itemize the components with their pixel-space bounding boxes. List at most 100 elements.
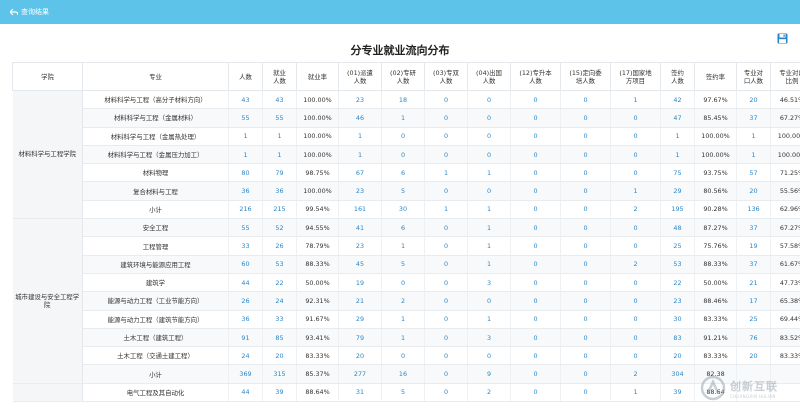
count-link[interactable]: 43: [262, 90, 297, 110]
count-link[interactable]: 0: [510, 108, 561, 128]
count-link[interactable]: 1: [381, 236, 425, 256]
count-link[interactable]: 0: [560, 236, 611, 256]
count-link[interactable]: 0: [510, 273, 561, 293]
count-link[interactable]: 0: [560, 200, 611, 220]
count-link[interactable]: 19: [338, 273, 382, 293]
count-link[interactable]: 0: [510, 383, 561, 403]
count-link[interactable]: 315: [262, 364, 297, 384]
count-link[interactable]: 0: [424, 310, 468, 329]
employment-table-container[interactable]: 学院 专业 人数 就业 人数 就业率 (01)派遣 人数 (02)专研 人数 (03)专双 人…: [12, 62, 800, 409]
count-link[interactable]: 76: [736, 328, 771, 348]
count-link[interactable]: 44: [228, 273, 263, 293]
count-link[interactable]: 36: [228, 310, 263, 329]
count-link[interactable]: 0: [610, 218, 661, 238]
count-link[interactable]: 369: [228, 364, 263, 384]
count-link[interactable]: 195: [660, 200, 695, 220]
count-link[interactable]: 2: [467, 383, 511, 403]
count-link[interactable]: 2: [610, 364, 661, 384]
count-link[interactable]: 22: [660, 273, 695, 293]
count-link[interactable]: 0: [610, 310, 661, 329]
count-link[interactable]: 0: [381, 145, 425, 165]
count-link[interactable]: 2: [610, 255, 661, 274]
count-link[interactable]: 5: [381, 181, 425, 201]
count-link[interactable]: 6: [381, 218, 425, 238]
count-link[interactable]: 0: [424, 364, 468, 384]
save-icon[interactable]: [777, 33, 788, 44]
count-link[interactable]: 33: [262, 310, 297, 329]
count-link[interactable]: 0: [424, 328, 468, 348]
count-link[interactable]: 53: [660, 255, 695, 274]
count-link[interactable]: 0: [424, 145, 468, 165]
count-link[interactable]: 215: [262, 200, 297, 220]
count-link[interactable]: 21: [736, 273, 771, 293]
count-link[interactable]: 0: [424, 273, 468, 293]
count-link[interactable]: 46: [338, 108, 382, 128]
count-link[interactable]: 36: [262, 181, 297, 201]
count-link[interactable]: 0: [424, 291, 468, 311]
count-link[interactable]: 41: [338, 218, 382, 238]
count-link[interactable]: 0: [467, 291, 511, 311]
count-link[interactable]: 80: [228, 163, 263, 183]
count-link[interactable]: 161: [338, 200, 382, 220]
count-link[interactable]: 136: [736, 200, 771, 220]
count-link[interactable]: 0: [610, 145, 661, 165]
count-link[interactable]: 0: [424, 383, 468, 403]
count-link[interactable]: 1: [262, 145, 297, 165]
count-link[interactable]: 33: [228, 236, 263, 256]
count-link[interactable]: 9: [467, 364, 511, 384]
count-link[interactable]: 55: [228, 108, 263, 128]
count-link[interactable]: 0: [510, 236, 561, 256]
count-link[interactable]: 0: [510, 218, 561, 238]
count-link[interactable]: 48: [660, 218, 695, 238]
count-link[interactable]: 0: [560, 181, 611, 201]
count-link[interactable]: 79: [338, 328, 382, 348]
count-link[interactable]: 20: [660, 346, 695, 366]
count-link[interactable]: 0: [560, 328, 611, 348]
count-link[interactable]: 0: [381, 273, 425, 293]
count-link[interactable]: 1: [736, 127, 771, 146]
count-link[interactable]: 44: [228, 383, 263, 403]
count-link[interactable]: 91: [228, 328, 263, 348]
count-link[interactable]: 6: [381, 163, 425, 183]
count-link[interactable]: 1: [660, 127, 695, 146]
count-link[interactable]: 23: [660, 291, 695, 311]
count-link[interactable]: 42: [660, 90, 695, 110]
count-link[interactable]: 23: [338, 181, 382, 201]
count-link[interactable]: 20: [338, 346, 382, 366]
count-link[interactable]: 45: [338, 255, 382, 274]
count-link[interactable]: 1: [228, 127, 263, 146]
count-link[interactable]: 1: [338, 127, 382, 146]
count-link[interactable]: 20: [736, 181, 771, 201]
count-link[interactable]: 0: [424, 218, 468, 238]
count-link[interactable]: 0: [560, 346, 611, 366]
count-link[interactable]: 0: [424, 127, 468, 146]
count-link[interactable]: 83: [660, 328, 695, 348]
count-link[interactable]: 1: [467, 200, 511, 220]
count-link[interactable]: 0: [510, 328, 561, 348]
count-link[interactable]: 0: [424, 90, 468, 110]
count-link[interactable]: 20: [736, 346, 771, 366]
count-link[interactable]: 0: [467, 346, 511, 366]
count-link[interactable]: 0: [510, 181, 561, 201]
count-link[interactable]: 0: [467, 145, 511, 165]
count-link[interactable]: 23: [338, 236, 382, 256]
count-link[interactable]: 0: [610, 328, 661, 348]
count-link[interactable]: 0: [510, 364, 561, 384]
count-link[interactable]: 1: [467, 218, 511, 238]
count-link[interactable]: 0: [610, 273, 661, 293]
count-link[interactable]: 0: [560, 90, 611, 110]
count-link[interactable]: 16: [381, 364, 425, 384]
count-link[interactable]: 0: [610, 163, 661, 183]
count-link[interactable]: 0: [424, 236, 468, 256]
count-link[interactable]: 1: [467, 310, 511, 329]
count-link[interactable]: 25: [736, 310, 771, 329]
count-link[interactable]: 37: [736, 218, 771, 238]
count-link[interactable]: 0: [510, 346, 561, 366]
count-link[interactable]: 67: [338, 163, 382, 183]
count-link[interactable]: 0: [610, 346, 661, 366]
count-link[interactable]: 1: [338, 145, 382, 165]
count-link[interactable]: 1: [381, 108, 425, 128]
count-link[interactable]: 216: [228, 200, 263, 220]
count-link[interactable]: 1: [610, 90, 661, 110]
count-link[interactable]: 26: [228, 291, 263, 311]
